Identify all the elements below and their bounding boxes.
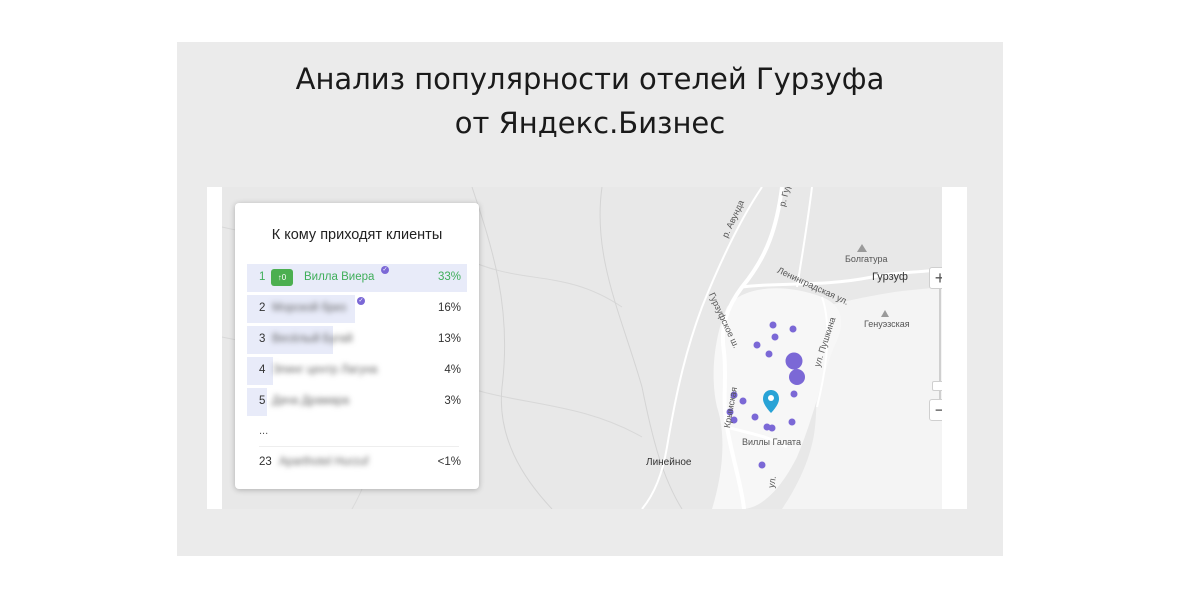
clients-panel: К кому приходят клиенты 1 ↑0 Вилла Виера… [235,203,479,489]
label-villy-galata: Виллы Галата [742,437,801,447]
hotel-name-blurred: Aparthotel Hurzuf [279,456,369,468]
label-road-ul: ул. [766,475,778,489]
ranking-row-1[interactable]: 1 ↑0 Вилла Виера ✓ 33% [247,264,467,292]
ranking-row-5[interactable]: 5 Дача Драмара 3% [247,388,467,416]
hotel-name-blurred: Морской бриз [272,302,347,314]
hotel-name: Вилла Виера [304,271,375,283]
hotel-name-blurred: Весёлый Бугай [272,333,353,345]
verified-check-icon: ✓ [381,266,389,274]
rank-number: 23 [259,456,272,468]
ranking-row-2[interactable]: 2 Морской бриз ✓ 16% [247,295,467,323]
rank-change-badge: ↑0 [271,269,293,286]
share-percent: 13% [437,333,461,345]
rank-number: 5 [259,395,266,407]
share-percent: 3% [444,395,461,407]
label-genuezskaya: Генуэзская [864,319,910,329]
title-line-2: от Яндекс.Бизнес [454,106,726,140]
ranking-row-23[interactable]: 23 Aparthotel Hurzuf <1% [247,449,467,477]
zoom-in-button[interactable]: + [929,267,942,289]
rank-number: 4 [259,364,266,376]
divider [259,446,459,447]
hotel-name-blurred: Дача Драмара [272,395,350,407]
zoom-control: + − [929,267,942,421]
rank-number: 1 [259,271,266,283]
slide: Анализ популярности отелей Гурзуфа от Ян… [177,42,1003,556]
rank-number: 2 [259,302,266,314]
zoom-out-button[interactable]: − [929,399,942,421]
label-bolgatura: Болгатура [845,254,888,264]
screenshot-frame: р. Гурзуф р. Авунда Болгатура Гурзуф Лен… [207,187,967,509]
title-line-1: Анализ популярности отелей Гурзуфа [295,62,885,96]
label-gurzuf: Гурзуф [872,271,908,283]
share-percent: <1% [437,456,461,468]
share-percent: 33% [437,271,461,283]
zoom-slider-thumb[interactable] [932,381,942,391]
slide-title: Анализ популярности отелей Гурзуфа от Ян… [177,57,1003,145]
zoom-slider-track[interactable] [932,289,942,399]
clients-panel-title: К кому приходят клиенты [271,227,443,243]
share-percent: 16% [437,302,461,314]
rank-number: 3 [259,333,266,345]
ranking-row-4[interactable]: 4 Элинг центр Лагуна 4% [247,357,467,385]
ellipsis: ... [259,425,269,437]
label-lineynoe: Линейное [646,457,692,468]
verified-check-icon: ✓ [357,297,365,305]
ranking-row-3[interactable]: 3 Весёлый Бугай 13% [247,326,467,354]
share-percent: 4% [444,364,461,376]
hotel-name-blurred: Элинг центр Лагуна [272,364,378,376]
